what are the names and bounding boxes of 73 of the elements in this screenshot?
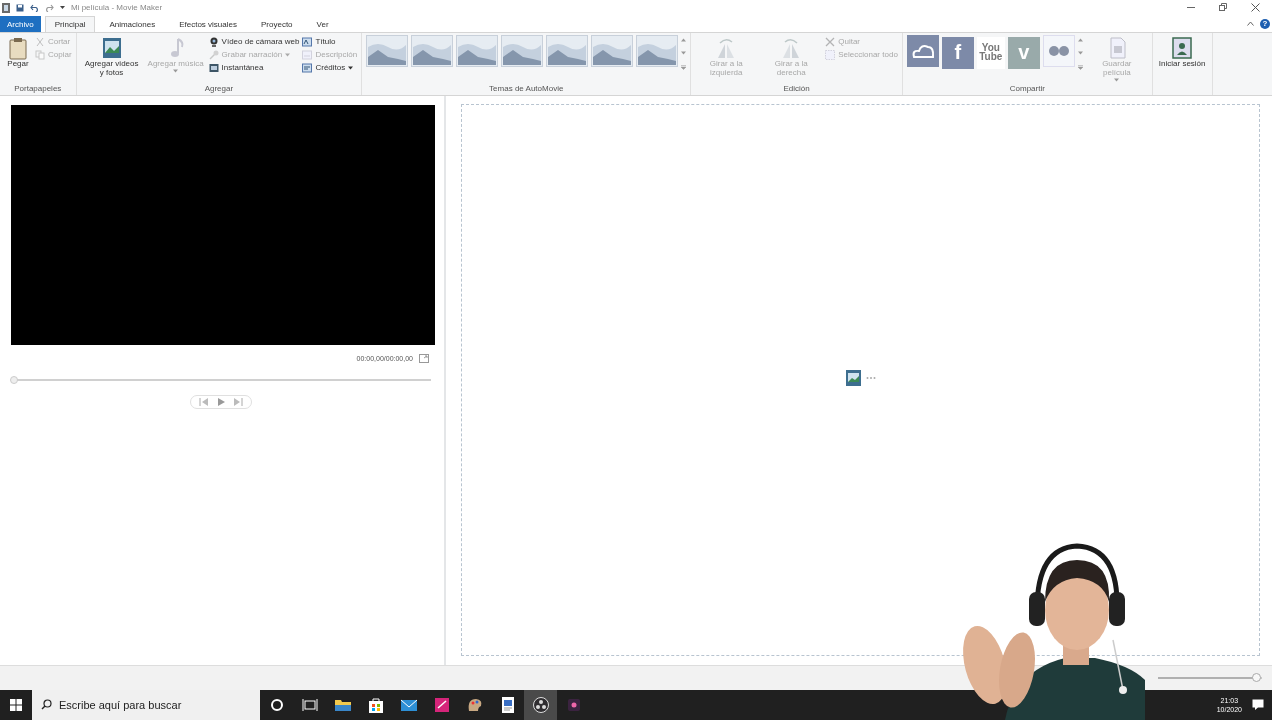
collapse-ribbon-icon[interactable] (1247, 21, 1254, 27)
ellipsis-icon (866, 375, 876, 380)
window-title: Mi película - Movie Maker (71, 3, 163, 13)
zoom-thumb[interactable] (1251, 673, 1261, 683)
undo-icon[interactable] (30, 3, 39, 12)
scroll-up-icon[interactable] (681, 37, 687, 42)
ribbon-button[interactable]: Créditos (302, 62, 358, 73)
ribbon-group-label: Edición (782, 82, 811, 95)
dropdown-caret-icon[interactable] (60, 5, 65, 11)
theme-thumbnail-icon[interactable] (456, 34, 499, 67)
clipboard-icon (6, 35, 30, 60)
select-all-icon (825, 49, 836, 60)
search-icon (41, 699, 52, 711)
restore-icon[interactable] (1219, 3, 1227, 12)
ribbon-group-label: Compartir (1008, 82, 1046, 95)
scissors-icon (35, 36, 45, 47)
ribbon-button[interactable]: Iniciar sesión (1156, 34, 1208, 70)
ribbon-button[interactable]: Título (302, 36, 358, 47)
credits-icon (302, 62, 313, 73)
ribbon-button[interactable]: Pegar (4, 34, 32, 70)
pen-app-icon (432, 696, 451, 715)
record-circle-icon (531, 696, 550, 715)
help-button[interactable]: ? (1260, 18, 1270, 29)
taskbar-button[interactable] (524, 690, 557, 720)
seek-thumb[interactable] (10, 375, 18, 384)
theme-thumbnail-icon[interactable] (501, 34, 544, 67)
cloud-icon[interactable] (906, 34, 939, 67)
theme-thumbnail-icon[interactable] (591, 34, 634, 67)
ribbon-group-label: Portapapeles (13, 82, 63, 95)
ribbon-button[interactable]: Agregar videos y fotos (80, 34, 143, 79)
next-frame-icon[interactable] (233, 397, 243, 406)
ribbon-group-label: Agregar (203, 82, 235, 95)
remove-icon (825, 36, 836, 47)
scroll-down-icon[interactable] (1077, 51, 1083, 56)
caption-icon (302, 49, 313, 60)
microphone-icon (208, 49, 219, 60)
ribbon-button[interactable]: Instantánea (208, 62, 300, 73)
share-tile[interactable]: f (941, 36, 974, 69)
app-film-icon (2, 2, 10, 13)
ribbon-tab[interactable]: Principal (44, 15, 96, 32)
expand-gallery-icon[interactable] (681, 64, 687, 70)
ribbon-button[interactable]: Vídeo de cámara web (208, 36, 300, 47)
theme-thumbnail-icon[interactable] (636, 34, 679, 67)
close-icon[interactable] (1251, 3, 1260, 13)
ribbon-group-label: Temas de AutoMovie (488, 82, 565, 95)
ribbon-tab[interactable]: Proyecto (251, 15, 303, 32)
share-tile[interactable]: You Tube (976, 36, 1005, 69)
ribbon-tab[interactable]: Ver (306, 15, 339, 32)
theme-thumbnail-icon[interactable] (546, 34, 589, 67)
add-media-icon[interactable] (845, 368, 863, 387)
snapshot-icon (208, 62, 219, 73)
search-field[interactable]: Escribe aquí para buscar (32, 690, 260, 720)
sign-in-icon (1170, 35, 1195, 60)
scroll-down-icon[interactable] (681, 51, 687, 56)
file-menu-button[interactable]: Archivo (0, 15, 41, 32)
windows-logo-icon (10, 699, 22, 712)
theme-thumbnail-icon[interactable] (366, 34, 409, 67)
redo-icon[interactable] (45, 3, 54, 12)
expand-gallery-icon[interactable] (1077, 64, 1083, 70)
ribbon-tab[interactable]: Animaciones (99, 15, 166, 32)
play-icon[interactable] (217, 397, 225, 406)
previous-frame-icon[interactable] (199, 397, 209, 406)
scroll-up-icon[interactable] (1077, 37, 1083, 42)
ribbon-tab[interactable]: Efectos visuales (169, 15, 247, 32)
copy-icon (35, 49, 45, 60)
two-dots-icon[interactable] (1042, 34, 1075, 67)
title-icon (302, 36, 313, 47)
shopping-bag-icon (366, 696, 385, 715)
webcam-icon (208, 36, 219, 47)
fullscreen-icon[interactable] (419, 353, 429, 363)
save-icon[interactable] (16, 3, 24, 12)
notification-icon[interactable] (1252, 699, 1264, 712)
theme-thumbnail-icon[interactable] (411, 34, 454, 67)
